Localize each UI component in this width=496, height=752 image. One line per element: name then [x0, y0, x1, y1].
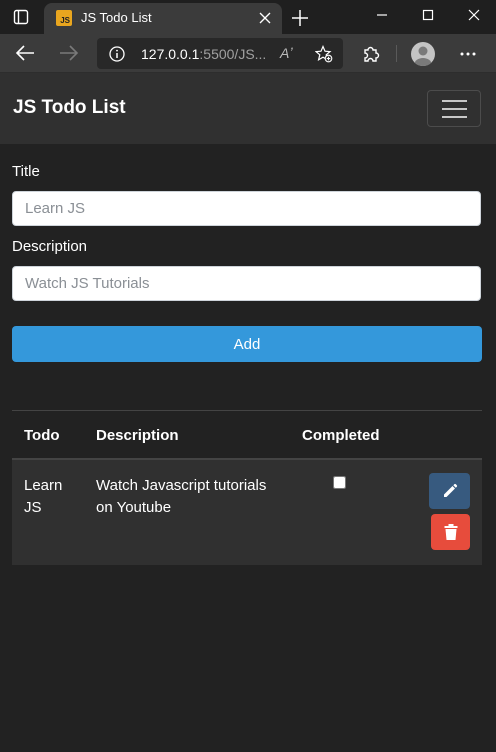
pencil-icon — [443, 483, 457, 497]
add-favorite-icon[interactable] — [315, 45, 333, 63]
browser-tab-bar: JS JS Todo List — [0, 0, 496, 34]
header-completed: Completed — [302, 427, 380, 444]
edit-button[interactable] — [429, 473, 470, 509]
more-options-icon[interactable] — [458, 44, 478, 64]
close-tab-icon[interactable] — [258, 11, 272, 25]
maximize-button[interactable] — [416, 6, 440, 24]
close-window-button[interactable] — [462, 6, 486, 24]
back-arrow-icon[interactable] — [14, 43, 36, 63]
profile-icon — [414, 46, 432, 66]
trash-icon — [444, 524, 457, 540]
forward-arrow-icon[interactable] — [58, 43, 80, 63]
header-description: Description — [96, 427, 179, 444]
todo-cell: Learn JS — [24, 477, 63, 516]
minimize-icon — [377, 14, 387, 16]
navbar-brand[interactable]: JS Todo List — [13, 97, 126, 119]
add-button[interactable]: Add — [12, 326, 482, 362]
description-input[interactable] — [12, 266, 481, 301]
completed-checkbox[interactable] — [333, 476, 346, 489]
title-label: Title — [12, 163, 40, 180]
site-info-icon[interactable] — [109, 46, 125, 62]
minimize-button[interactable] — [370, 6, 394, 24]
hamburger-icon-bar — [441, 99, 467, 102]
js-favicon-icon: JS — [56, 10, 72, 26]
description-cell: Watch Javascript tutorials on Youtube — [96, 477, 267, 516]
app-navbar: JS Todo List — [0, 73, 496, 144]
table-header: Todo Description Completed — [12, 410, 482, 460]
address-bar: 127.0.0.1:5500/JS... Aʼ — [0, 34, 496, 73]
delete-button[interactable] — [431, 514, 470, 550]
url-text: 127.0.0.1:5500/JS... — [141, 46, 266, 62]
close-window-icon — [468, 9, 480, 21]
header-todo: Todo — [24, 427, 60, 444]
read-aloud-icon[interactable]: Aʼ — [280, 45, 292, 61]
todo-table: Todo Description Completed Learn JS Watc… — [12, 410, 482, 565]
hamburger-icon-bar — [441, 107, 467, 110]
extensions-icon[interactable] — [360, 43, 382, 65]
url-path: :5500/JS... — [199, 46, 267, 62]
tab-actions-icon — [13, 9, 29, 25]
description-label: Description — [12, 238, 88, 255]
tab-title: JS Todo List — [81, 10, 152, 25]
url-field[interactable]: 127.0.0.1:5500/JS... Aʼ — [97, 38, 343, 69]
navbar-toggler-button[interactable] — [427, 90, 481, 127]
title-input[interactable] — [12, 191, 481, 226]
profile-avatar[interactable] — [411, 42, 435, 66]
hamburger-icon-bar — [441, 115, 467, 118]
browser-tab[interactable]: JS JS Todo List — [44, 3, 282, 34]
maximize-icon — [422, 9, 434, 21]
new-tab-icon[interactable] — [290, 8, 310, 28]
toolbar-divider — [396, 45, 397, 62]
tab-actions-button[interactable] — [8, 6, 34, 28]
url-host: 127.0.0.1 — [141, 46, 200, 62]
table-row: Learn JS Watch Javascript tutorials on Y… — [12, 460, 482, 565]
